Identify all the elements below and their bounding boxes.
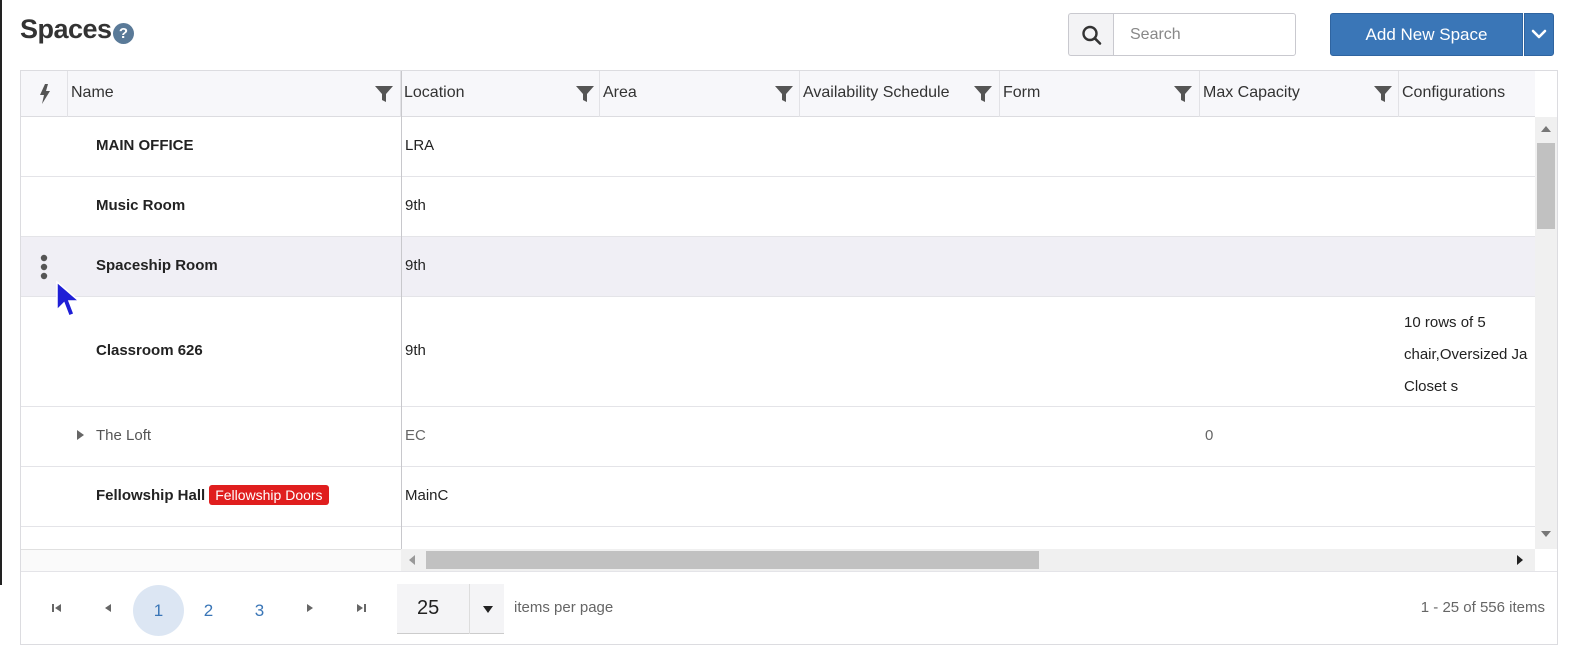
- header-availability-schedule[interactable]: Availability Schedule: [800, 71, 1000, 117]
- pager: 1 2 3 25 items per page 1 - 25 of 556 it…: [21, 571, 1557, 644]
- chevron-down-icon: [1531, 29, 1547, 39]
- configuration-line: chair,Oversized Ja: [1404, 346, 1528, 363]
- space-max-capacity: 0: [1205, 427, 1214, 444]
- space-location: 9th: [405, 342, 426, 359]
- header-area[interactable]: Area: [600, 71, 800, 117]
- space-name[interactable]: MAIN OFFICE: [96, 137, 194, 154]
- page-size-value: 25: [417, 597, 440, 619]
- header-max-capacity[interactable]: Max Capacity: [1200, 71, 1399, 117]
- pager-range-info: 1 - 25 of 556 items: [1420, 599, 1545, 616]
- caret-down-icon[interactable]: [483, 606, 493, 613]
- items-per-page-label: items per page: [514, 599, 614, 616]
- next-page-icon[interactable]: [300, 598, 320, 618]
- previous-page-icon[interactable]: [98, 598, 118, 618]
- lightning-icon: [40, 84, 50, 104]
- scroll-right-icon[interactable]: [1517, 555, 1523, 565]
- filter-icon[interactable]: [974, 85, 992, 103]
- filter-icon[interactable]: [375, 85, 393, 103]
- header-max-capacity-label: Max Capacity: [1203, 84, 1300, 101]
- space-location: 9th: [405, 197, 426, 214]
- scroll-up-icon[interactable]: [1541, 126, 1551, 132]
- filter-icon[interactable]: [576, 85, 594, 103]
- locked-column-divider: [401, 71, 402, 549]
- vertical-scroll-thumb[interactable]: [1537, 143, 1555, 229]
- space-name[interactable]: Music Room: [96, 197, 185, 214]
- space-name[interactable]: Classroom 626: [96, 342, 203, 359]
- header-location-label: Location: [404, 84, 465, 101]
- scroll-left-icon[interactable]: [409, 555, 415, 565]
- space-name-cell[interactable]: Fellowship Hall Fellowship Doors: [96, 485, 329, 505]
- locked-footer: [21, 549, 401, 571]
- page-number-current[interactable]: 1: [133, 585, 184, 636]
- page-number[interactable]: 2: [183, 585, 234, 636]
- table-row[interactable]: Classroom 626 9th 10 rows of 5 chair,Ove…: [21, 297, 1535, 407]
- spaces-grid: Name Location Area Availability Schedule…: [20, 70, 1558, 645]
- horizontal-scroll-thumb[interactable]: [426, 551, 1039, 569]
- scroll-down-icon[interactable]: [1541, 531, 1551, 537]
- space-configurations: 10 rows of 5 chair,Oversized Ja Closet s: [1404, 307, 1535, 403]
- header-configurations[interactable]: Configurations: [1399, 71, 1535, 117]
- configuration-line: Closet s: [1404, 378, 1459, 395]
- grid-header: Name Location Area Availability Schedule…: [21, 71, 1535, 117]
- filter-icon[interactable]: [1374, 85, 1392, 103]
- space-name[interactable]: Spaceship Room: [96, 257, 218, 274]
- space-location: 9th: [405, 257, 426, 274]
- search-button[interactable]: [1068, 13, 1114, 56]
- mouse-pointer-icon: [56, 280, 81, 317]
- search-input[interactable]: [1113, 13, 1296, 56]
- header-availability-schedule-label: Availability Schedule: [803, 84, 950, 101]
- last-page-icon[interactable]: [351, 598, 371, 618]
- space-location: EC: [405, 427, 426, 444]
- table-row[interactable]: Spaceship Room 9th: [21, 237, 1535, 297]
- header-form[interactable]: Form: [1000, 71, 1200, 117]
- header-form-label: Form: [1003, 84, 1041, 101]
- expand-row-icon[interactable]: [77, 430, 84, 440]
- page-number[interactable]: 3: [234, 585, 285, 636]
- add-options-dropdown-button[interactable]: [1524, 13, 1554, 56]
- vertical-scrollbar[interactable]: [1535, 117, 1557, 549]
- space-location: LRA: [405, 137, 435, 154]
- header-name-label: Name: [71, 84, 114, 101]
- header-area-label: Area: [603, 84, 637, 101]
- table-row[interactable]: MAIN OFFICE LRA: [21, 117, 1535, 177]
- page-size-dropdown[interactable]: 25: [397, 584, 504, 634]
- configuration-line: 10 rows of 5: [1404, 314, 1486, 331]
- more-vertical-icon[interactable]: [40, 254, 48, 280]
- table-row[interactable]: The Loft EC 0: [21, 407, 1535, 467]
- filter-icon[interactable]: [775, 85, 793, 103]
- space-name[interactable]: Fellowship Hall: [96, 487, 205, 504]
- table-row[interactable]: Fellowship Hall Fellowship Doors MainC: [21, 467, 1535, 527]
- page-title: Spaces: [20, 14, 112, 44]
- table-row[interactable]: Music Room 9th: [21, 177, 1535, 237]
- window-edge: [0, 0, 2, 585]
- filter-icon[interactable]: [1174, 85, 1192, 103]
- horizontal-scrollbar[interactable]: [401, 549, 1535, 571]
- header-actions-column: [21, 71, 68, 117]
- header-name[interactable]: Name: [68, 71, 401, 117]
- header-configurations-label: Configurations: [1402, 84, 1506, 101]
- add-new-space-button[interactable]: Add New Space: [1330, 13, 1523, 56]
- dropdown-divider: [469, 584, 470, 634]
- status-badge: Fellowship Doors: [209, 485, 329, 505]
- first-page-icon[interactable]: [47, 598, 67, 618]
- header-location[interactable]: Location: [401, 71, 600, 117]
- space-name[interactable]: The Loft: [96, 427, 151, 444]
- search-icon: [1082, 25, 1102, 45]
- help-icon[interactable]: ?: [113, 23, 134, 44]
- space-location: MainC: [405, 487, 449, 504]
